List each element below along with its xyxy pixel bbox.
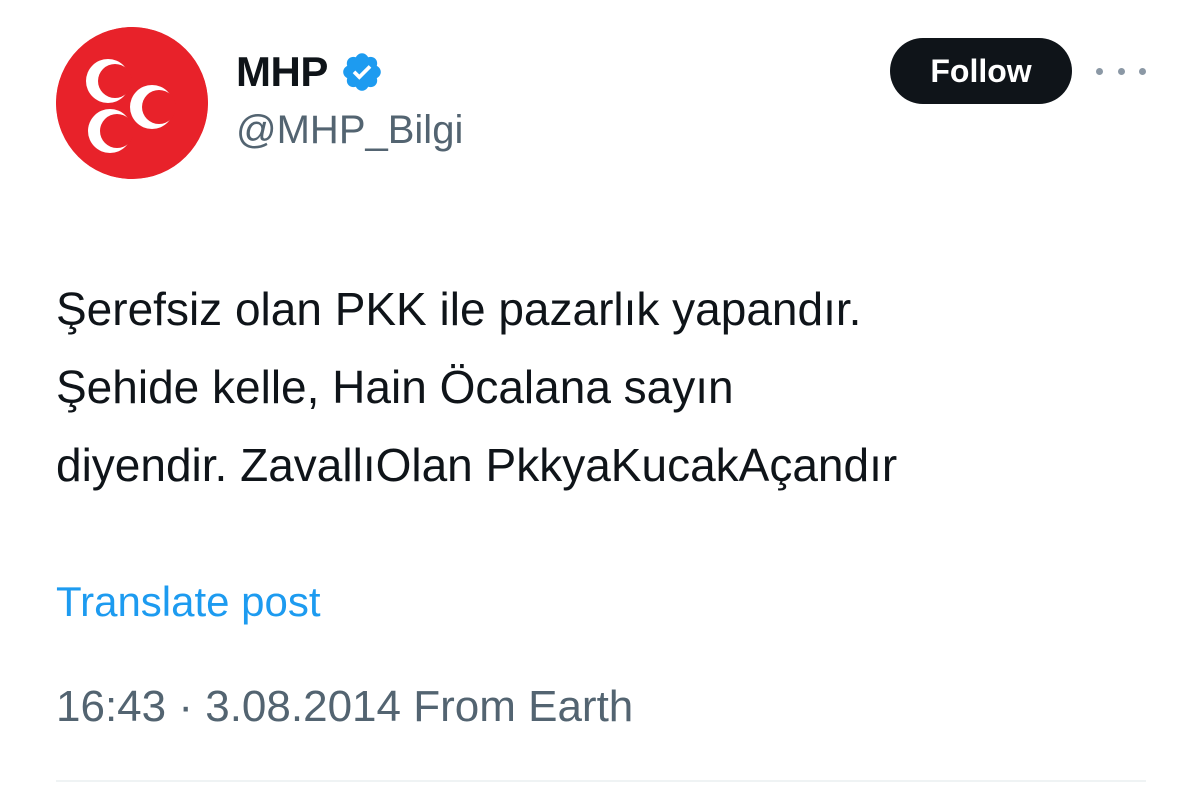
avatar[interactable] xyxy=(56,27,208,179)
post-text-line: diyendir. ZavallıOlan PkkyaKucakAçandır xyxy=(56,439,898,491)
more-options-icon[interactable] xyxy=(1096,58,1146,84)
follow-button[interactable]: Follow xyxy=(890,38,1072,104)
post-text-line: Şerefsiz olan PKK ile pazarlık yapandır. xyxy=(56,283,862,335)
translate-post-link[interactable]: Translate post xyxy=(56,578,321,626)
more-dot xyxy=(1117,67,1125,75)
post-text-line: Şehide kelle, Hain Öcalana sayın xyxy=(56,361,734,413)
post-metadata: 16:43 · 3.08.2014 From Earth xyxy=(56,682,633,732)
post-text: Şerefsiz olan PKK ile pazarlık yapandır.… xyxy=(56,270,1156,504)
post-time[interactable]: 16:43 xyxy=(56,682,166,731)
author-name-row: MHP xyxy=(236,42,384,102)
more-dot xyxy=(1096,67,1103,75)
author-display-name[interactable]: MHP xyxy=(236,48,328,96)
post-source: From Earth xyxy=(413,682,634,731)
divider xyxy=(56,780,1146,782)
post-date[interactable]: 3.08.2014 xyxy=(205,682,401,731)
crescents-logo-icon xyxy=(56,27,208,179)
verified-badge-icon xyxy=(340,50,384,94)
author-handle[interactable]: @MHP_Bilgi xyxy=(236,108,463,153)
more-dot xyxy=(1139,67,1146,75)
tweet-card: MHP @MHP_Bilgi Follow Şerefsiz olan PKK … xyxy=(0,0,1200,792)
meta-separator: · xyxy=(178,682,193,731)
